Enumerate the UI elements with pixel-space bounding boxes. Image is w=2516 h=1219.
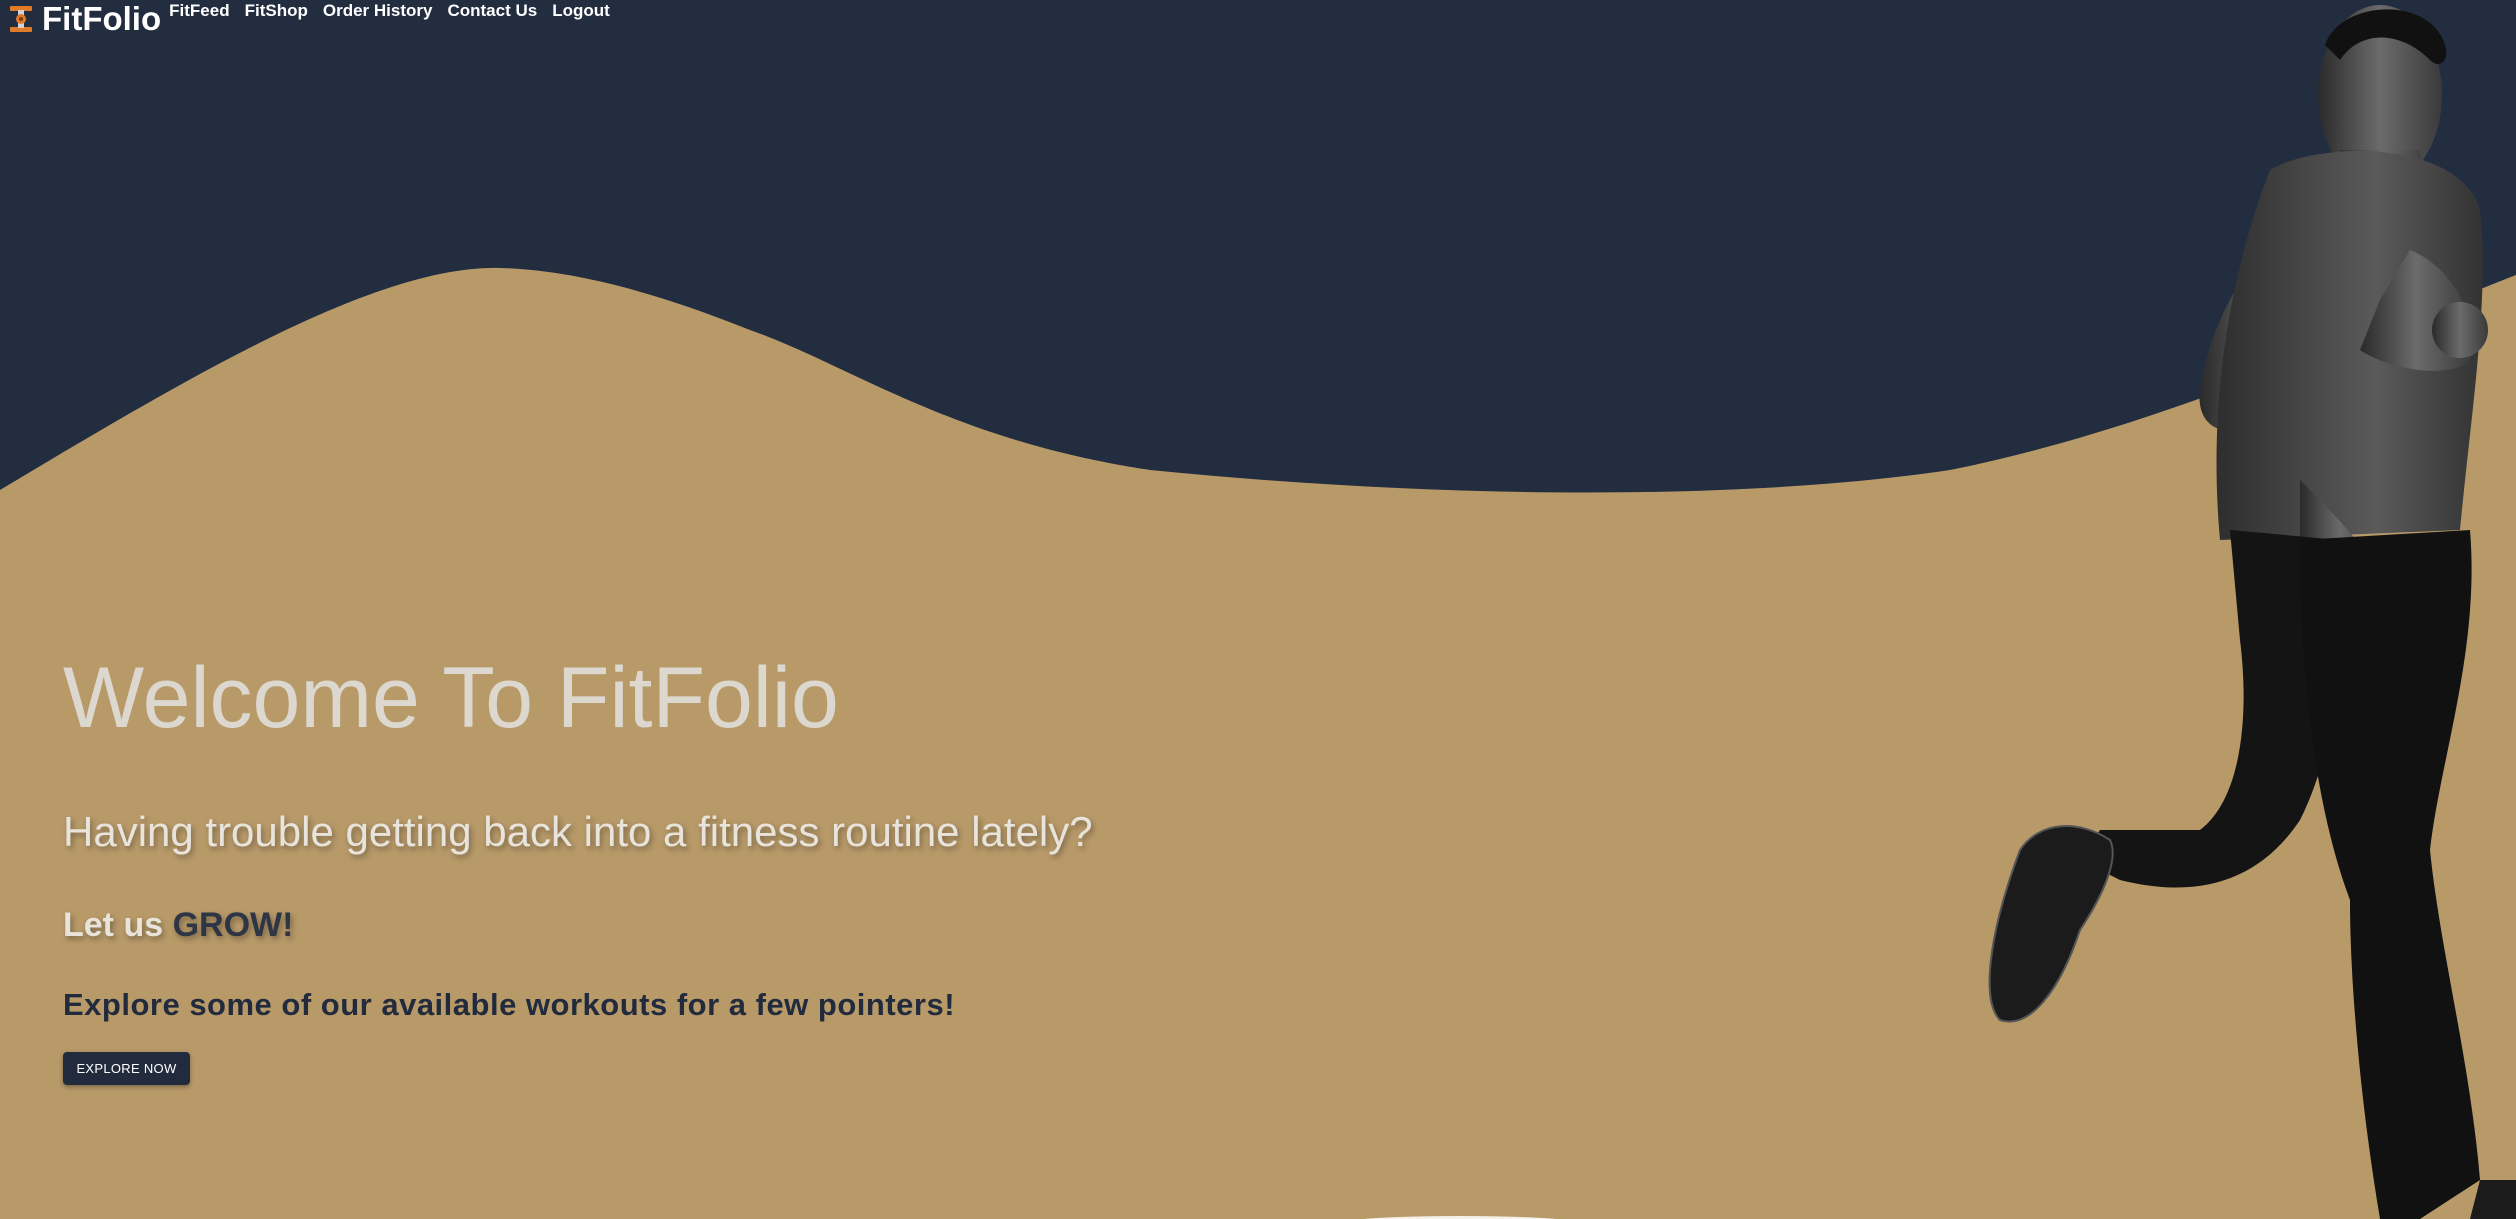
brand-link[interactable]: FitFolio bbox=[8, 2, 161, 36]
hero-explore-text: Explore some of our available workouts f… bbox=[63, 987, 956, 1022]
hero-title: Welcome To FitFolio bbox=[63, 650, 839, 746]
nav-link-contact-us[interactable]: Contact Us bbox=[447, 1, 537, 21]
grow-accent: GROW! bbox=[172, 906, 294, 944]
nav-link-fitfeed[interactable]: FitFeed bbox=[169, 1, 229, 21]
explore-now-button[interactable]: EXPLORE NOW bbox=[63, 1052, 190, 1085]
dumbbell-icon bbox=[8, 4, 34, 34]
running-athlete-image bbox=[1988, 5, 2516, 1219]
hero-question: Having trouble getting back into a fitne… bbox=[63, 808, 1093, 855]
grow-prefix: Let us bbox=[63, 906, 173, 944]
nav-link-fitshop[interactable]: FitShop bbox=[245, 1, 308, 21]
nav-link-order-history[interactable]: Order History bbox=[323, 1, 433, 21]
nav-link-logout[interactable]: Logout bbox=[552, 1, 610, 21]
hero-grow-line: Let us GROW! bbox=[63, 903, 293, 947]
brand-name: FitFolio bbox=[42, 0, 162, 37]
top-navbar: FitFolio FitFeed FitShop Order History C… bbox=[0, 0, 625, 40]
nav-links: FitFeed FitShop Order History Contact Us… bbox=[169, 1, 625, 21]
